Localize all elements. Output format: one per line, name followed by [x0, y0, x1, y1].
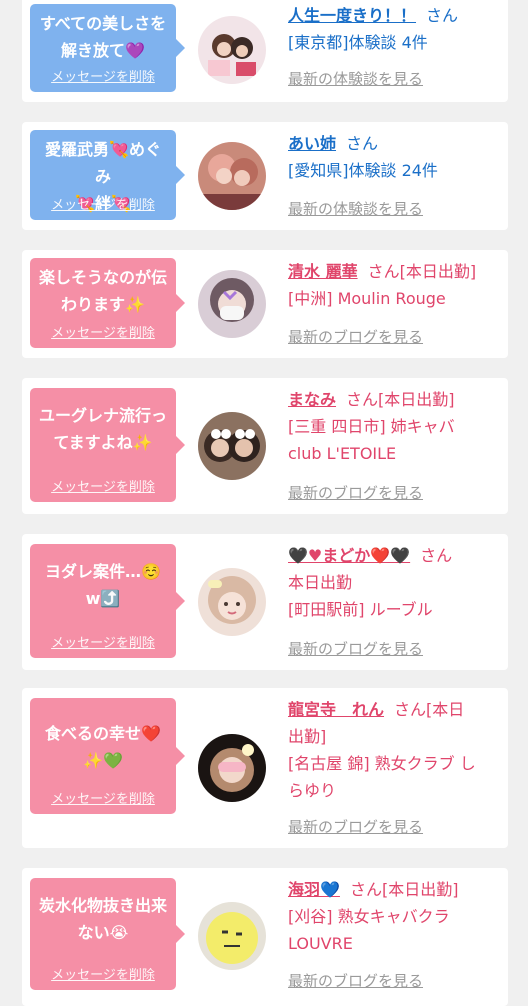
honorific: さん: [426, 6, 459, 25]
view-latest-link[interactable]: 最新の体験談を見る: [288, 68, 423, 89]
message-bubble: ユーグレナ流行っ てますよね✨ メッセージを削除: [30, 388, 185, 502]
honorific: さん: [346, 134, 379, 153]
working-today-badge: [本日出勤]: [378, 390, 455, 409]
view-latest-link[interactable]: 最新の体験談を見る: [288, 198, 423, 219]
honorific: さん: [349, 880, 382, 899]
user-details: 本日出勤 [町田駅前] ルーブル: [288, 573, 433, 619]
message-text: 楽しそうなのが伝 わります✨: [38, 268, 167, 314]
user-details: [刈谷] 熟女キャバクラ LOUVRE: [288, 907, 450, 953]
user-details: [三重 四日市] 姉キャバ club L'ETOILE: [288, 417, 455, 463]
avatar[interactable]: [198, 142, 266, 210]
list-item: ユーグレナ流行っ てますよね✨ メッセージを削除 まなみ さん[本日出勤] [三重…: [22, 378, 508, 514]
message-text: ユーグレナ流行っ てますよね✨: [38, 406, 167, 452]
delete-message-link[interactable]: メッセージを削除: [30, 968, 176, 984]
honorific: さん: [420, 546, 453, 565]
view-latest-link[interactable]: 最新のブログを見る: [288, 482, 423, 503]
user-details: [東京都]体験談 4件: [288, 33, 428, 52]
working-today-badge: [本日: [426, 700, 465, 719]
honorific: さん: [394, 700, 427, 719]
avatar[interactable]: [198, 902, 266, 970]
view-latest-link[interactable]: 最新のブログを見る: [288, 638, 423, 659]
user-name-link[interactable]: 海羽💙: [288, 880, 340, 899]
view-latest-link[interactable]: 最新のブログを見る: [288, 816, 423, 837]
message-text: ヨダレ案件…☺️ w⤴️: [45, 562, 161, 608]
list-item: 食べるの幸せ❤️ ✨💚 メッセージを削除 龍宮寺 れん さん[本日 出勤] [名古…: [22, 688, 508, 848]
message-text: 食べるの幸せ❤️ ✨💚: [45, 724, 161, 770]
message-bubble: ヨダレ案件…☺️ w⤴️ メッセージを削除: [30, 544, 185, 658]
avatar[interactable]: [198, 412, 266, 480]
message-bubble: すべての美しさを 解き放て💜 メッセージを削除: [30, 4, 185, 92]
delete-message-link[interactable]: メッセージを削除: [30, 198, 176, 214]
working-today-badge: [本日出勤]: [381, 880, 459, 899]
message-bubble: 食べるの幸せ❤️ ✨💚 メッセージを削除: [30, 698, 185, 814]
message-bubble: 炭水化物抜き出来 ない😭 メッセージを削除: [30, 878, 185, 990]
user-name-link[interactable]: 龍宮寺 れん: [288, 700, 384, 719]
message-bubble: 愛羅武勇💘めぐみ 💘絆💘 メッセージを削除: [30, 130, 185, 220]
user-name-link[interactable]: まなみ: [288, 390, 336, 409]
avatar[interactable]: [198, 16, 266, 84]
user-name-link[interactable]: 🖤♥まどか❤️🖤: [288, 546, 410, 565]
delete-message-link[interactable]: メッセージを削除: [30, 792, 176, 808]
view-latest-link[interactable]: 最新のブログを見る: [288, 326, 423, 347]
message-text: 炭水化物抜き出来 ない😭: [38, 896, 167, 942]
avatar[interactable]: [198, 734, 266, 802]
message-bubble: 楽しそうなのが伝 わります✨ メッセージを削除: [30, 258, 185, 348]
user-name-link[interactable]: 清水 麗華: [288, 262, 358, 281]
delete-message-link[interactable]: メッセージを削除: [30, 636, 176, 652]
view-latest-link[interactable]: 最新のブログを見る: [288, 970, 423, 991]
user-details: [中洲] Moulin Rouge: [288, 289, 446, 308]
list-item: 炭水化物抜き出来 ない😭 メッセージを削除 海羽💙 さん[本日出勤] [刈谷] 熟…: [22, 868, 508, 1006]
delete-message-link[interactable]: メッセージを削除: [30, 70, 176, 86]
message-text: すべての美しさを 解き放て💜: [39, 14, 167, 60]
working-today-badge: [本日出勤]: [399, 262, 477, 281]
delete-message-link[interactable]: メッセージを削除: [30, 326, 176, 342]
avatar[interactable]: [198, 568, 266, 636]
user-name-link[interactable]: 人生一度きり！！: [288, 6, 416, 25]
delete-message-link[interactable]: メッセージを削除: [30, 480, 176, 496]
list-item: 楽しそうなのが伝 わります✨ メッセージを削除 清水 麗華 さん[本日出勤] [中…: [22, 250, 508, 358]
list-item: 愛羅武勇💘めぐみ 💘絆💘 メッセージを削除 あい姉 さん [愛知県]体験談 24件…: [22, 122, 508, 230]
list-item: ヨダレ案件…☺️ w⤴️ メッセージを削除 🖤♥まどか❤️🖤 さん 本日出勤 [町…: [22, 534, 508, 670]
honorific: さん: [346, 390, 379, 409]
user-details: 出勤] [名古屋 錦] 熟女クラブ し らゆり: [288, 727, 476, 800]
honorific: さん: [367, 262, 400, 281]
user-name-link[interactable]: あい姉: [288, 134, 336, 153]
avatar[interactable]: [198, 270, 266, 338]
user-details: [愛知県]体験談 24件: [288, 161, 438, 180]
list-item: すべての美しさを 解き放て💜 メッセージを削除 人生一度きり！！ さん [東京都]…: [22, 0, 508, 102]
